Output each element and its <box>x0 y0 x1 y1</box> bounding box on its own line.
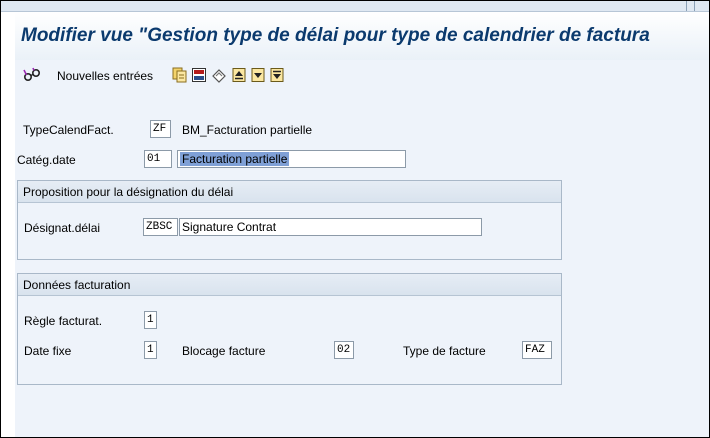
designation-text-field[interactable]: Signature Contrat <box>179 218 482 236</box>
separator <box>694 1 695 11</box>
previous-entry-icon[interactable] <box>250 67 266 83</box>
date-category-field: 01 <box>144 150 172 168</box>
group-header: Proposition pour la désignation du délai <box>18 181 561 203</box>
new-entries-button[interactable]: Nouvelles entrées <box>57 69 153 83</box>
billing-rule-field[interactable]: 1 <box>144 311 157 329</box>
title-bar: Modifier vue "Gestion type de délai pour… <box>15 12 709 60</box>
fixed-date-field[interactable]: 1 <box>144 341 157 359</box>
designation-proposal-group: Proposition pour la désignation du délai… <box>17 180 562 260</box>
invoice-type-label: Type de facture <box>403 344 486 358</box>
next-entry-icon[interactable] <box>269 67 285 83</box>
invoice-type-field[interactable]: FAZ <box>522 341 552 359</box>
designation-code-field[interactable]: ZBSC <box>143 218 178 236</box>
calendar-type-field: ZF <box>150 120 171 138</box>
billing-data-group: Données facturation Règle facturat. 1 Da… <box>17 273 562 385</box>
date-category-label: Catég.date <box>17 153 76 167</box>
fixed-date-label: Date fixe <box>24 344 72 358</box>
selected-text: Facturation partielle <box>180 152 290 166</box>
group-title: Proposition pour la désignation du délai <box>23 185 234 199</box>
billing-block-label: Blocage facture <box>182 344 266 358</box>
billing-rule-label: Règle facturat. <box>24 314 103 328</box>
date-category-description-field[interactable]: Facturation partielle <box>177 150 406 168</box>
top-strip <box>1 1 709 12</box>
display-change-icon[interactable] <box>23 67 41 83</box>
calendar-type-label: TypeCalendFact. <box>23 123 114 137</box>
calendar-type-description: BM_Facturation partielle <box>182 123 313 137</box>
application-toolbar: Nouvelles entrées <box>15 60 709 94</box>
delete-icon[interactable] <box>191 67 207 83</box>
group-title: Données facturation <box>23 278 131 292</box>
group-header: Données facturation <box>18 274 561 296</box>
copy-icon[interactable] <box>172 67 188 83</box>
undo-icon[interactable] <box>211 67 227 83</box>
designation-label: Désignat.délai <box>24 221 101 235</box>
page-title: Modifier vue "Gestion type de délai pour… <box>21 25 650 46</box>
first-entry-icon[interactable] <box>231 67 247 83</box>
billing-block-field[interactable]: 02 <box>334 341 354 359</box>
separator <box>686 1 687 11</box>
main-screen: Modifier vue "Gestion type de délai pour… <box>15 12 709 437</box>
